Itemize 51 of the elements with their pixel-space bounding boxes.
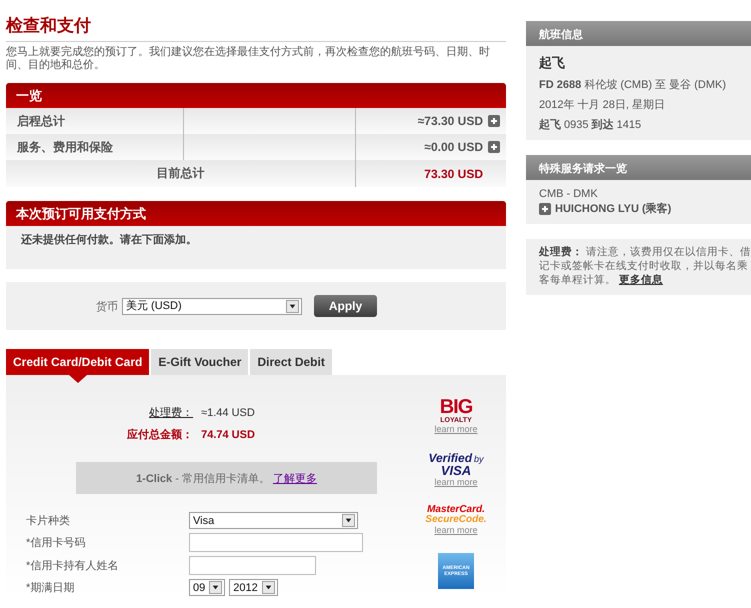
- fee-amount: ≈1.44 USD: [201, 406, 255, 420]
- dropdown[interactable]: 09: [189, 579, 226, 596]
- flight-date: 2012年 十月 28日, 星期日: [539, 98, 666, 112]
- route-text: CMB - DMK: [539, 188, 599, 200]
- field-label: 货币: [96, 300, 118, 314]
- panel-header: 特殊服务请求一览: [526, 155, 751, 180]
- plus-icon[interactable]: [488, 115, 500, 127]
- panel-header: 航班信息: [526, 21, 751, 46]
- input-field[interactable]: [189, 556, 316, 575]
- tab[interactable]: E-Gift Voucher: [151, 349, 248, 375]
- flight-times: 起飞 0935 到达 1415: [539, 118, 642, 132]
- dropdown[interactable]: 2012: [229, 579, 278, 596]
- panel-header: 一览: [6, 83, 506, 108]
- learn-more-link[interactable]: 了解更多: [272, 470, 317, 486]
- logo-text: VISA: [440, 464, 472, 477]
- tab-pointer-icon: [68, 375, 86, 383]
- field-label: *信用卡持有人姓名: [26, 558, 120, 572]
- field-label: 卡片种类: [26, 514, 71, 528]
- flight-route: FD 2688 科伦坡 (CMB) 至 曼谷 (DMK): [539, 78, 728, 92]
- page-title: 检查和支付: [6, 16, 506, 42]
- status-message: 还未提供任何付款。请在下面添加。: [21, 234, 197, 246]
- logo-text: SecureCode.: [425, 515, 487, 525]
- logo-text: by: [474, 455, 484, 464]
- logo-text: BIG: [440, 397, 472, 417]
- plus-icon[interactable]: [539, 202, 551, 214]
- amount: ≈73.30 USD: [418, 114, 483, 128]
- dropdown[interactable]: Visa: [189, 512, 358, 529]
- total-label: 目前总计: [156, 165, 204, 182]
- total-amount: 73.30 USD: [424, 166, 483, 180]
- banner-text: 1-Click - 常用信用卡清单。: [136, 472, 270, 486]
- tab[interactable]: Direct Debit: [250, 349, 332, 375]
- flight-heading: 起飞: [539, 54, 566, 72]
- total-label: 应付总金额：: [127, 428, 194, 442]
- field-label: *期满日期: [26, 580, 76, 594]
- field-label: *信用卡号码: [26, 536, 86, 550]
- logo-text: Verified: [428, 452, 472, 464]
- logo-text: MasterCard.: [427, 505, 485, 515]
- amount: ≈0.00 USD: [424, 140, 483, 154]
- fee-note-text: 处理费： 请注意，该费用仅在以信用卡、借记卡或签帐卡在线支付时收取，并以每名乘客每单程计算。 更多信息: [539, 245, 751, 287]
- input-field[interactable]: [189, 533, 363, 552]
- learn-more-link[interactable]: learn more: [434, 526, 478, 535]
- fee-amount: 74.74 USD: [201, 428, 255, 442]
- passenger-name: HUICHONG LYU (乘客): [555, 202, 672, 216]
- tab[interactable]: Credit Card/Debit Card: [6, 349, 150, 375]
- intro-text: 您马上就要完成您的预订了。我们建议您在选择最佳支付方式前，再次检查您的航班号码、日期、时间、目的地和总价。: [6, 46, 491, 72]
- plus-icon[interactable]: [488, 141, 500, 153]
- fee-link[interactable]: 处理费：: [127, 406, 194, 420]
- more-info-link[interactable]: 更多信息: [618, 274, 663, 286]
- apply-button[interactable]: Apply: [314, 295, 377, 317]
- dropdown[interactable]: 美元 (USD): [122, 298, 302, 314]
- panel-header: 本次预订可用支付方式: [6, 201, 506, 226]
